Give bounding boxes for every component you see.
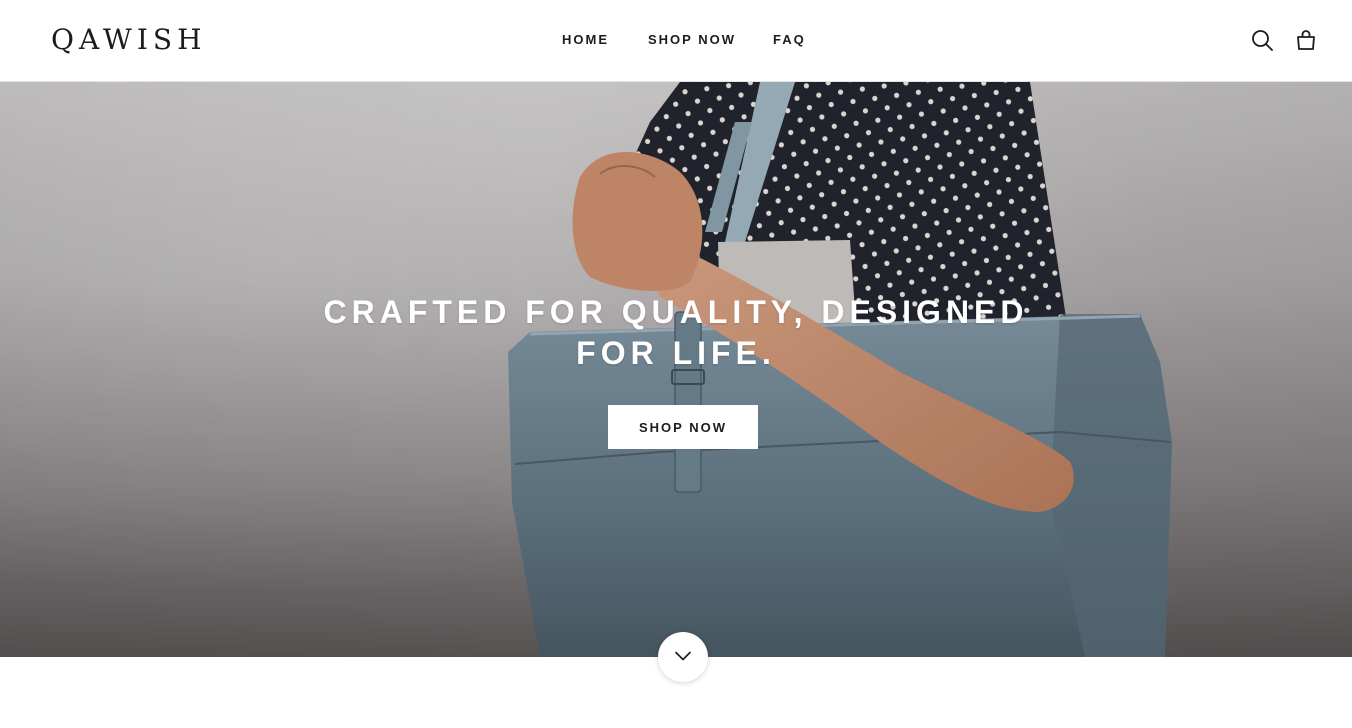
nav-link-shop-now[interactable]: SHOP NOW <box>648 32 736 48</box>
search-icon[interactable] <box>1250 28 1274 52</box>
hero-banner: CRAFTED FOR QUALITY, DESIGNED FOR LIFE. … <box>0 82 1352 657</box>
hero-heading-line1: CRAFTED FOR QUALITY, DESIGNED <box>323 294 1029 330</box>
shop-now-button[interactable]: SHOP NOW <box>608 405 758 449</box>
nav-link-faq[interactable]: FAQ <box>773 32 806 48</box>
nav-link-home[interactable]: HOME <box>562 32 609 48</box>
hero-heading-line2: FOR LIFE. <box>576 335 776 371</box>
scroll-down-button[interactable] <box>658 632 708 682</box>
chevron-down-icon <box>675 648 691 666</box>
site-header: QAWISH HOME SHOP NOW FAQ <box>0 0 1352 82</box>
shopping-bag-icon[interactable] <box>1294 28 1318 52</box>
brand-logo[interactable]: QAWISH <box>51 22 206 58</box>
hero-heading: CRAFTED FOR QUALITY, DESIGNED FOR LIFE. <box>276 292 1076 374</box>
